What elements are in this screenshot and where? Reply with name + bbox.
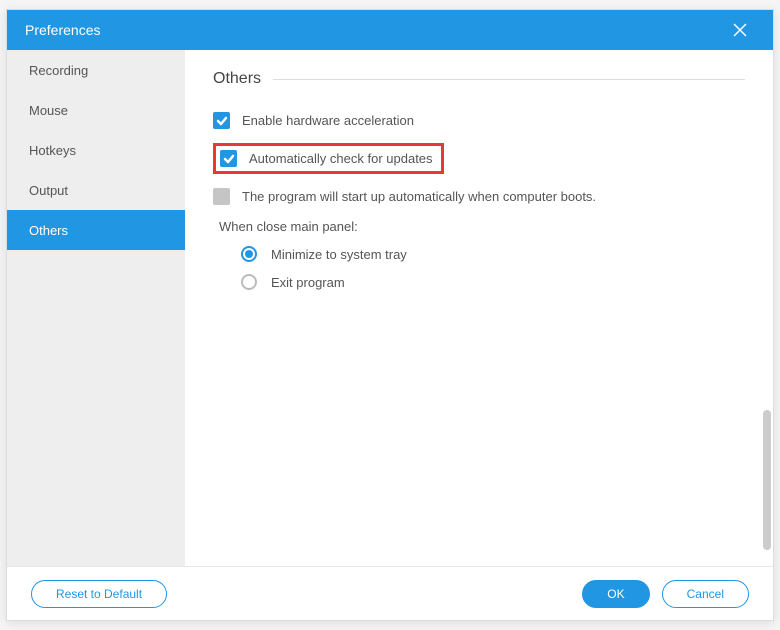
ok-button[interactable]: OK	[582, 580, 649, 608]
sidebar-item-output[interactable]: Output	[7, 170, 185, 210]
titlebar: Preferences	[7, 10, 773, 50]
radio-label: Exit program	[271, 275, 345, 290]
close-panel-label: When close main panel:	[219, 219, 745, 234]
section-divider	[273, 79, 745, 80]
checkbox-startup[interactable]	[213, 188, 230, 205]
close-button[interactable]	[725, 15, 755, 45]
checkmark-icon	[223, 153, 235, 165]
preferences-window: Preferences Recording Mouse Hotkeys Outp…	[6, 9, 774, 621]
cancel-button[interactable]: Cancel	[662, 580, 749, 608]
highlight-box: Automatically check for updates	[213, 143, 444, 174]
scrollbar-thumb[interactable]	[763, 410, 771, 550]
sidebar: Recording Mouse Hotkeys Output Others	[7, 50, 185, 566]
sidebar-item-mouse[interactable]: Mouse	[7, 90, 185, 130]
reset-button[interactable]: Reset to Default	[31, 580, 167, 608]
checkbox-auto-update[interactable]	[220, 150, 237, 167]
option-auto-update[interactable]: Automatically check for updates	[220, 150, 433, 167]
radio-exit[interactable]: Exit program	[241, 274, 745, 290]
option-label: Automatically check for updates	[249, 151, 433, 166]
content-panel: Others Enable hardware acceleration Auto…	[185, 50, 773, 566]
radio-label: Minimize to system tray	[271, 247, 407, 262]
section-title: Others	[213, 70, 261, 88]
sidebar-item-hotkeys[interactable]: Hotkeys	[7, 130, 185, 170]
footer: Reset to Default OK Cancel	[7, 566, 773, 620]
radio-button-exit[interactable]	[241, 274, 257, 290]
option-label: Enable hardware acceleration	[242, 113, 414, 128]
window-title: Preferences	[25, 22, 725, 38]
radio-button-minimize[interactable]	[241, 246, 257, 262]
close-icon	[732, 22, 748, 38]
sidebar-item-recording[interactable]: Recording	[7, 50, 185, 90]
window-body: Recording Mouse Hotkeys Output Others Ot…	[7, 50, 773, 566]
radio-minimize[interactable]: Minimize to system tray	[241, 246, 745, 262]
sidebar-item-others[interactable]: Others	[7, 210, 185, 250]
checkbox-hardware-accel[interactable]	[213, 112, 230, 129]
option-label: The program will start up automatically …	[242, 189, 596, 204]
checkmark-icon	[216, 115, 228, 127]
option-hardware-accel[interactable]: Enable hardware acceleration	[213, 112, 745, 129]
option-startup[interactable]: The program will start up automatically …	[213, 188, 745, 205]
